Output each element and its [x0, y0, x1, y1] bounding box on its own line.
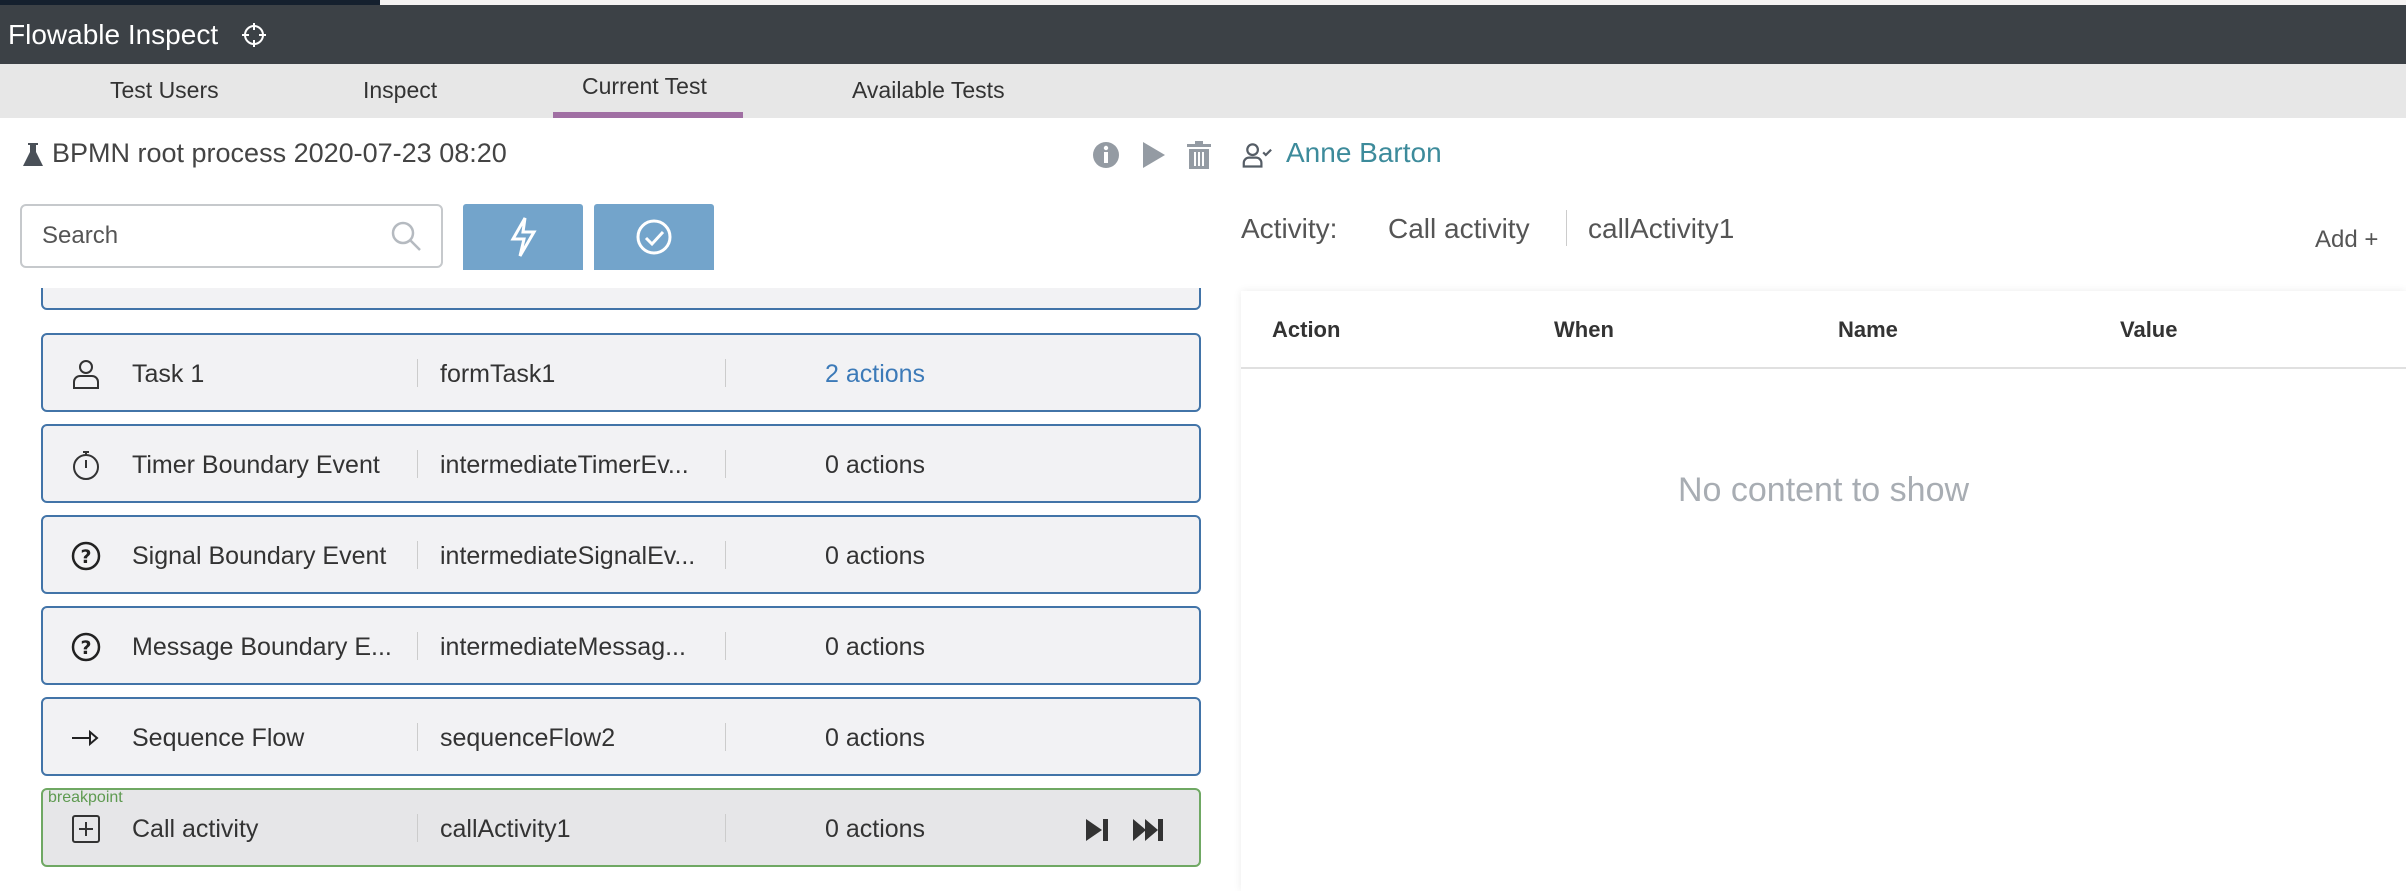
fast-forward-icon[interactable]: [1131, 816, 1165, 844]
activity-id: intermediateTimerEv...: [440, 451, 689, 479]
actions-count: 0 actions: [825, 724, 926, 752]
activity-name: Timer Boundary Event: [132, 451, 380, 479]
plus-square-icon: [72, 815, 100, 843]
list-item[interactable]: Sequence Flow sequenceFlow2 0 actions: [41, 697, 1201, 776]
column-header-action[interactable]: Action: [1272, 317, 1340, 343]
list-item-partial[interactable]: [41, 288, 1201, 310]
activity-id: sequenceFlow2: [440, 724, 616, 752]
check-circle-icon: [636, 219, 672, 255]
actions-table: Action When Name Value No content to sho…: [1241, 291, 2406, 891]
actions-count: 0 actions: [825, 542, 926, 570]
list-item[interactable]: ? Signal Boundary Event intermediateSign…: [41, 515, 1201, 594]
app-title: Flowable Inspect: [8, 19, 219, 50]
test-title: BPMN root process 2020-07-23 08:20: [52, 138, 507, 168]
activity-name: Signal Boundary Event: [132, 542, 387, 570]
activity-name: Sequence Flow: [132, 724, 305, 752]
add-button[interactable]: Add +: [2315, 226, 2378, 254]
header-divider: [1241, 367, 2406, 369]
crosshair-icon[interactable]: [240, 21, 268, 49]
arrow-right-icon: [72, 729, 99, 747]
tab-inspect[interactable]: Inspect: [363, 77, 437, 104]
trash-icon[interactable]: [1184, 140, 1214, 170]
tab-current-test[interactable]: Current Test: [582, 73, 707, 100]
divider: [1566, 210, 1567, 246]
flask-icon: [23, 143, 43, 166]
user-name-link[interactable]: Anne Barton: [1286, 137, 1442, 169]
svg-text:?: ?: [80, 546, 91, 568]
actions-count: 0 actions: [825, 815, 926, 843]
activity-label: Activity:: [1241, 213, 1338, 244]
user-icon: [73, 360, 99, 389]
play-icon[interactable]: [1138, 140, 1168, 170]
activity-id: callActivity1: [440, 815, 571, 843]
column-header-name[interactable]: Name: [1838, 317, 1898, 343]
step-icon[interactable]: [1083, 816, 1111, 844]
question-icon: ?: [71, 632, 101, 662]
list-item[interactable]: ? Message Boundary E... intermediateMess…: [41, 606, 1201, 685]
activity-id: callActivity1: [1588, 213, 1735, 244]
activity-name: Call activity: [1388, 213, 1530, 244]
activity-name: Call activity: [132, 815, 259, 843]
column-header-when[interactable]: When: [1554, 317, 1614, 343]
list-item-breakpoint[interactable]: breakpoint Call activity callActivity1 0…: [41, 788, 1201, 867]
activity-name: Task 1: [132, 360, 205, 388]
actions-count: 0 actions: [825, 633, 926, 661]
active-tab-indicator: [553, 112, 743, 118]
empty-state: No content to show: [1677, 471, 1970, 509]
search-icon[interactable]: [390, 220, 422, 252]
activity-id: formTask1: [440, 360, 556, 388]
tab-available-tests[interactable]: Available Tests: [852, 77, 1005, 104]
list-item[interactable]: Task 1 formTask1 2 actions: [41, 333, 1201, 412]
activity-name: Message Boundary E...: [132, 633, 392, 661]
events-button[interactable]: [463, 204, 583, 270]
list-item[interactable]: Timer Boundary Event intermediateTimerEv…: [41, 424, 1201, 503]
breakpoint-label: breakpoint: [48, 789, 123, 806]
user-check-icon: [1242, 143, 1272, 168]
lightning-icon: [510, 217, 537, 257]
actions-count: 0 actions: [825, 451, 926, 479]
svg-text:?: ?: [80, 637, 91, 659]
search-input[interactable]: [20, 204, 443, 268]
timer-icon: [73, 451, 99, 480]
activity-list[interactable]: Task 1 formTask1 2 actions Timer Boundar…: [0, 288, 1225, 882]
activity-id: intermediateSignalEv...: [440, 542, 696, 570]
info-icon[interactable]: [1091, 140, 1121, 170]
tab-bar: Test Users Inspect Current Test Availabl…: [0, 64, 2406, 118]
question-icon: ?: [71, 541, 101, 571]
validate-button[interactable]: [594, 204, 714, 270]
app-bar: Flowable Inspect: [0, 5, 2406, 64]
actions-link[interactable]: 2 actions: [825, 360, 925, 389]
tab-test-users[interactable]: Test Users: [110, 77, 219, 104]
column-header-value[interactable]: Value: [2120, 317, 2177, 343]
activity-id: intermediateMessag...: [440, 633, 686, 661]
